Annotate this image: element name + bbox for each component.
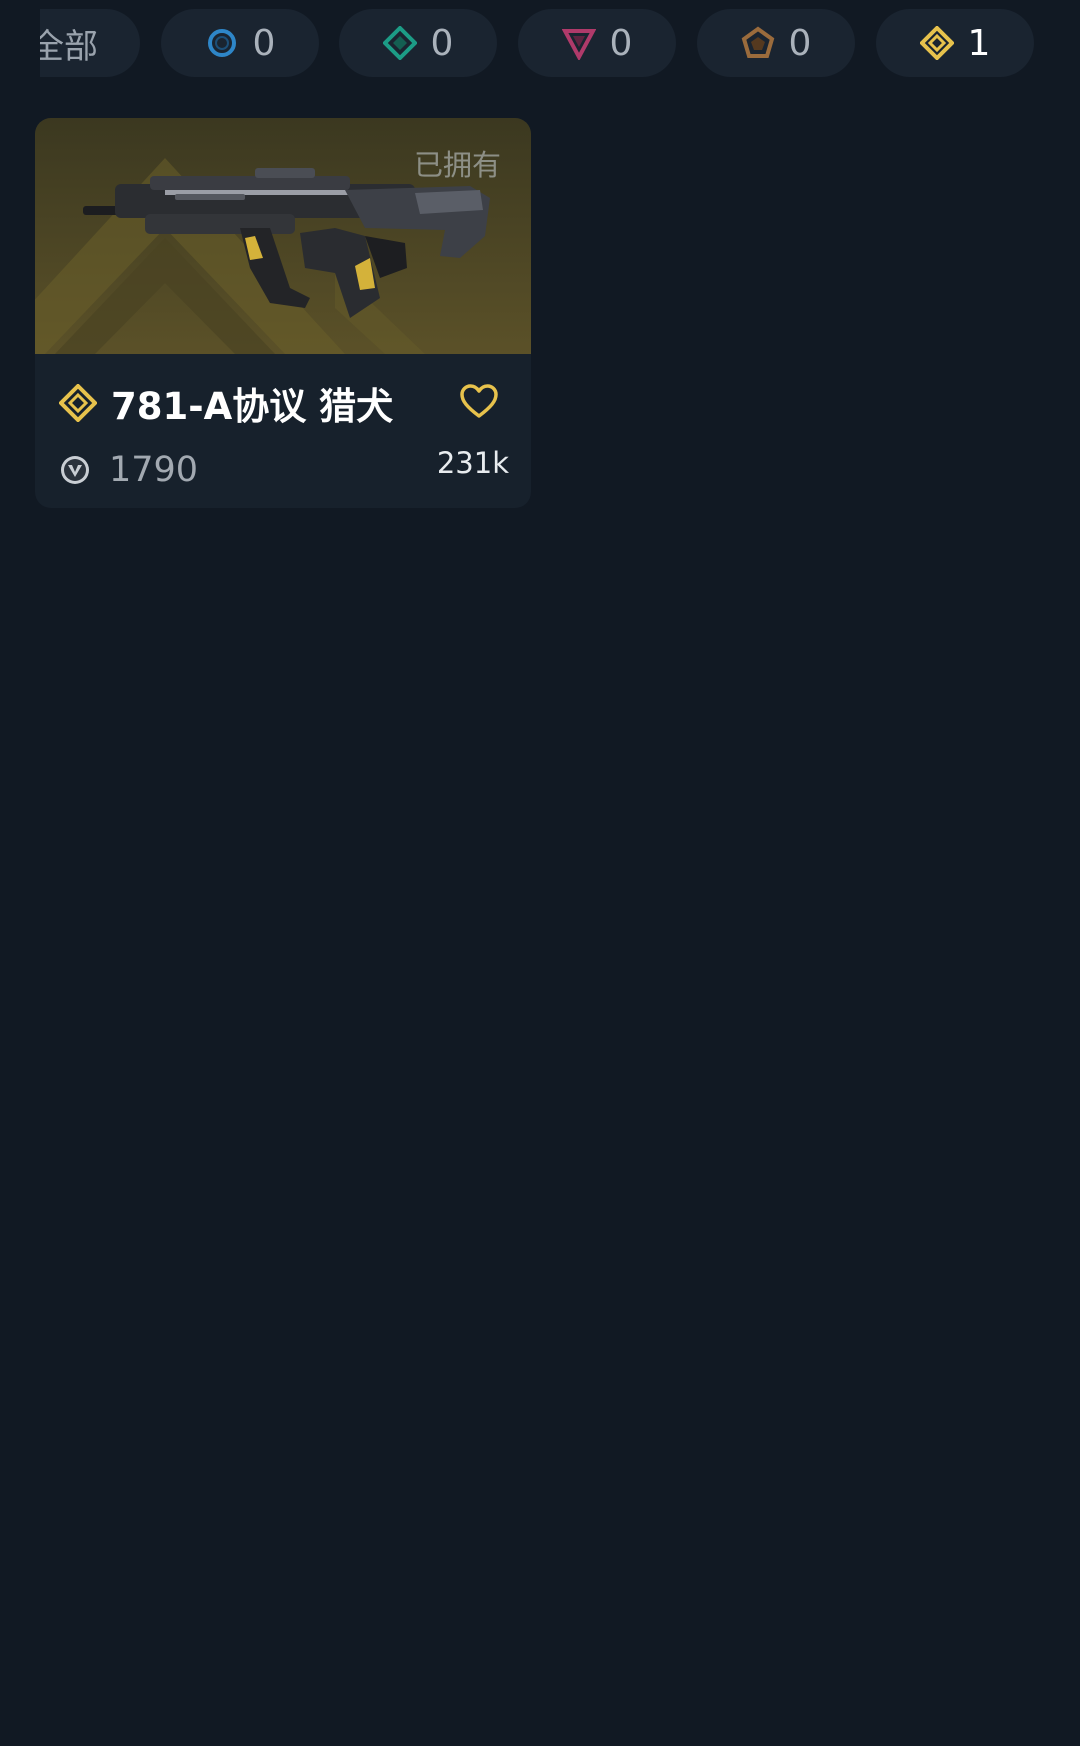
owned-badge: 已拥有: [413, 148, 501, 182]
filter-chip-select[interactable]: 0: [161, 9, 319, 77]
filter-chip-ultra[interactable]: 1: [876, 9, 1034, 77]
filter-count: 0: [252, 22, 276, 64]
skin-card[interactable]: 已拥有 781-A协议 猎犬 1790 231k: [35, 118, 531, 508]
skin-name: 781-A协议 猎犬: [111, 385, 394, 428]
ultra-tier-icon: [919, 26, 954, 60]
skin-preview-image: 已拥有: [35, 118, 531, 354]
filter-all-label: 全部: [30, 26, 98, 67]
scroll-edge-fade: [0, 0, 40, 90]
deluxe-tier-icon: [382, 26, 417, 60]
valorant-points-icon: [61, 456, 89, 484]
filter-count: 0: [430, 22, 454, 64]
filter-chip-deluxe[interactable]: 0: [339, 9, 497, 77]
filter-count: 1: [967, 22, 991, 64]
skin-title-row: 781-A协议 猎犬: [59, 376, 393, 430]
filter-count: 0: [788, 22, 812, 64]
exclusive-tier-icon: [741, 26, 774, 58]
filter-chip-premium[interactable]: 0: [518, 9, 676, 77]
select-tier-icon: [207, 29, 236, 57]
like-count: 231k: [436, 446, 509, 480]
price-row: 1790: [59, 450, 198, 490]
rarity-filter-bar: 全部 0 0 0 0 1: [0, 0, 1080, 90]
filter-chip-exclusive[interactable]: 0: [697, 9, 855, 77]
ultra-tier-icon: [59, 384, 97, 422]
favorite-heart-icon[interactable]: [459, 382, 499, 422]
filter-count: 0: [609, 22, 633, 64]
premium-tier-icon: [561, 29, 596, 60]
skin-price: 1790: [109, 450, 199, 490]
skin-info: 781-A协议 猎犬 1790 231k: [35, 354, 531, 508]
